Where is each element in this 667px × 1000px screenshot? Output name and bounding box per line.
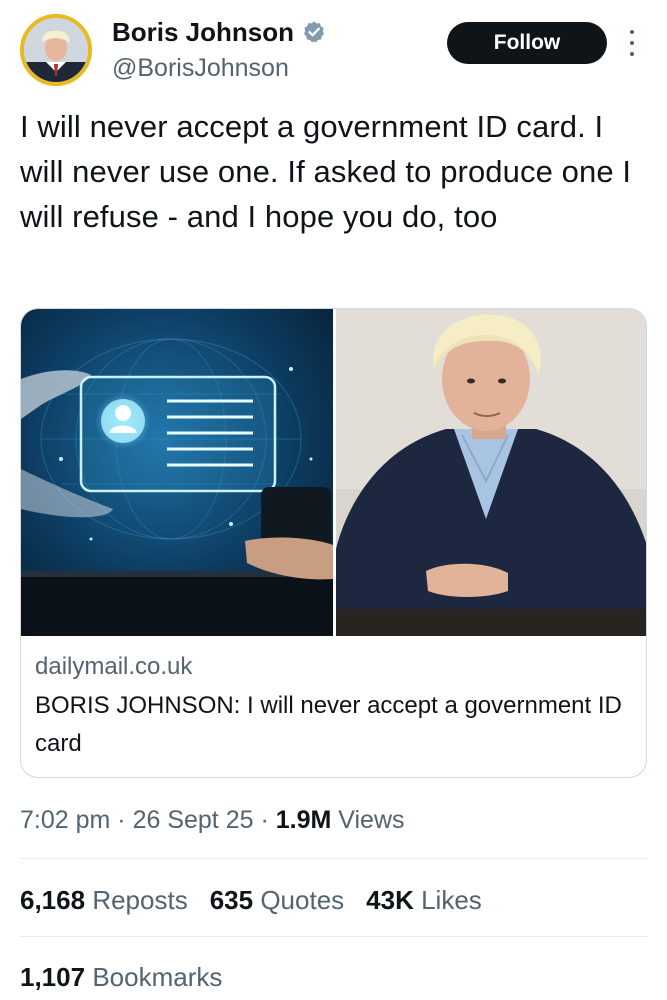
engagement-stats: 6,168 Reposts 635 Quotes 43K Likes: [20, 880, 482, 920]
display-name[interactable]: Boris Johnson: [112, 16, 294, 48]
bookmarks-label: Bookmarks: [92, 962, 223, 992]
likes-label: Likes: [421, 885, 482, 915]
avatar[interactable]: [20, 14, 92, 86]
quotes-count: 635: [209, 885, 254, 915]
meta-separator: ·: [253, 806, 276, 834]
quotes-label: Quotes: [260, 885, 345, 915]
more-vertical-icon[interactable]: [629, 30, 635, 56]
verified-badge-icon[interactable]: [302, 20, 326, 44]
tweet-date[interactable]: 26 Sept 25: [133, 806, 254, 834]
divider: [20, 858, 647, 859]
divider: [20, 936, 647, 937]
follow-button[interactable]: Follow: [447, 22, 607, 64]
card-domain: dailymail.co.uk: [35, 653, 193, 680]
likes-count: 43K: [366, 885, 414, 915]
author-info: Boris Johnson @BorisJohnson: [112, 16, 326, 84]
name-row: Boris Johnson: [112, 16, 326, 48]
reposts-count: 6,168: [20, 885, 86, 915]
views-count: 1.9M: [275, 806, 332, 834]
reposts-stat[interactable]: 6,168 Reposts: [20, 880, 188, 920]
quotes-stat[interactable]: 635 Quotes: [210, 880, 344, 920]
card-media[interactable]: [21, 309, 646, 636]
link-card[interactable]: dailymail.co.uk BORIS JOHNSON: I will ne…: [20, 308, 647, 778]
tweet-timestamp: 7:02 pm · 26 Sept 25 · 1.9M Views: [20, 802, 405, 838]
bookmarks-count: 1,107: [20, 962, 86, 992]
views-label: Views: [331, 806, 405, 834]
card-title: BORIS JOHNSON: I will never accept a gov…: [35, 692, 622, 757]
tweet-text: I will never accept a government ID card…: [20, 109, 632, 234]
digital-id-card-image: [21, 309, 333, 636]
author-handle[interactable]: @BorisJohnson: [112, 52, 326, 84]
tweet-time[interactable]: 7:02 pm: [20, 806, 110, 834]
avatar-image: [24, 18, 88, 82]
reposts-label: Reposts: [92, 885, 188, 915]
card-meta[interactable]: dailymail.co.uk BORIS JOHNSON: I will ne…: [35, 651, 630, 763]
likes-stat[interactable]: 43K Likes: [366, 880, 482, 920]
tweet-header: Boris Johnson @BorisJohnson Follow: [20, 14, 647, 86]
bookmarks-stat[interactable]: 1,107 Bookmarks: [20, 957, 222, 997]
portrait-photo-image: [336, 309, 646, 636]
meta-separator: ·: [110, 806, 133, 834]
